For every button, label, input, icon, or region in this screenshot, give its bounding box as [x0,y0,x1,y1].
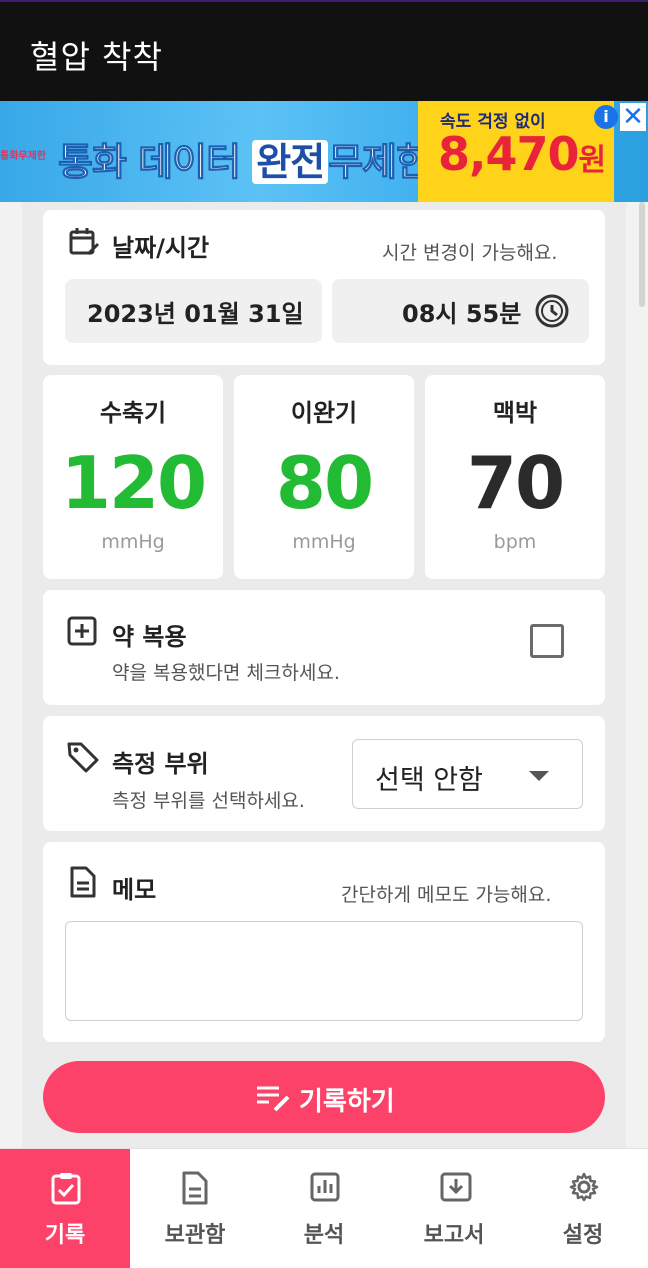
ad-banner[interactable]: 통화무제한 통화 데이터 완전 무제한 속도 걱정 없이 8,470원 i ✕ [0,101,648,202]
diastolic-card[interactable]: 이완기 80 mmHg [234,375,414,579]
pulse-card[interactable]: 맥박 70 bpm [425,375,605,579]
datetime-hint: 시간 변경이 가능해요. [382,242,558,264]
medication-label: 약 복용 [112,623,187,651]
nav-archive[interactable]: 보관함 [130,1149,260,1268]
memo-hint: 간단하게 메모도 가능해요. [341,884,552,906]
date-value: 2023년 01월 31일 [87,300,304,328]
calendar-edit-icon [69,228,100,256]
ad-headline-part: 통화 데이터 [57,140,253,185]
ad-headline-part: 무제한 [328,140,432,185]
scrollbar[interactable] [639,202,645,307]
nav-analysis-label: 분석 [303,1223,345,1248]
diastolic-value: 80 [275,441,374,525]
nav-settings[interactable]: 설정 [518,1149,648,1268]
ad-price: 8,470원 [438,127,607,181]
ad-info-icon[interactable]: i [594,105,618,129]
chevron-down-icon [529,771,549,781]
nav-archive-label: 보관함 [164,1223,226,1248]
ad-price-box: 속도 걱정 없이 8,470원 [418,101,614,202]
medication-hint: 약을 복용했다면 체크하세요. [112,662,340,684]
memo-input[interactable] [65,921,583,1021]
datetime-label: 날짜/시간 [112,234,210,262]
record-button[interactable]: 기록하기 [43,1061,605,1133]
gear-icon [569,1172,599,1202]
systolic-unit: mmHg [101,531,165,553]
site-select-value: 선택 안함 [375,765,483,796]
pulse-unit: bpm [493,531,537,553]
ad-headline: 통화 데이터 완전 무제한 [57,131,432,186]
clipboard-check-icon [51,1173,81,1205]
app-bar: 혈압 착착 [0,0,648,101]
ad-price-value: 8,470 [438,127,580,181]
systolic-label: 수축기 [99,399,167,427]
bar-chart-icon [310,1172,340,1202]
nav-analysis[interactable]: 분석 [259,1149,389,1268]
diastolic-unit: mmHg [292,531,356,553]
systolic-card[interactable]: 수축기 120 mmHg [43,375,223,579]
diastolic-label: 이완기 [290,399,358,427]
app-title: 혈압 착착 [30,38,163,76]
ad-headline-highlight: 완전 [252,140,329,184]
nav-report[interactable]: 보고서 [389,1149,519,1268]
clock-icon [535,294,569,328]
pulse-label: 맥박 [492,399,538,427]
time-picker-button[interactable]: 08시 55분 [332,279,589,343]
tag-icon [67,742,99,773]
medication-checkbox[interactable] [530,624,564,658]
site-label: 측정 부위 [112,750,209,778]
site-hint: 측정 부위를 선택하세요. [112,790,305,812]
record-button-label: 기록하기 [299,1086,395,1116]
ad-close-icon[interactable]: ✕ [620,103,646,131]
plus-box-icon [67,616,97,646]
nav-settings-label: 설정 [562,1223,604,1248]
document-icon [70,866,96,898]
pulse-value: 70 [466,441,565,525]
systolic-value: 120 [60,441,207,525]
document-icon [182,1171,208,1205]
ad-small-text: 통화무제한 [0,151,46,162]
date-picker-button[interactable]: 2023년 01월 31일 [65,279,322,343]
download-icon [440,1172,472,1202]
time-value: 08시 55분 [402,300,522,328]
memo-label: 메모 [112,876,157,904]
nav-record-label: 기록 [44,1223,86,1248]
ad-price-unit: 원 [578,143,607,178]
site-select[interactable]: 선택 안함 [352,739,583,809]
list-edit-icon [257,1086,290,1112]
nav-report-label: 보고서 [423,1223,485,1248]
nav-record[interactable]: 기록 [0,1149,130,1268]
bottom-nav: 기록 보관함 분석 보고서 설정 [0,1148,648,1268]
